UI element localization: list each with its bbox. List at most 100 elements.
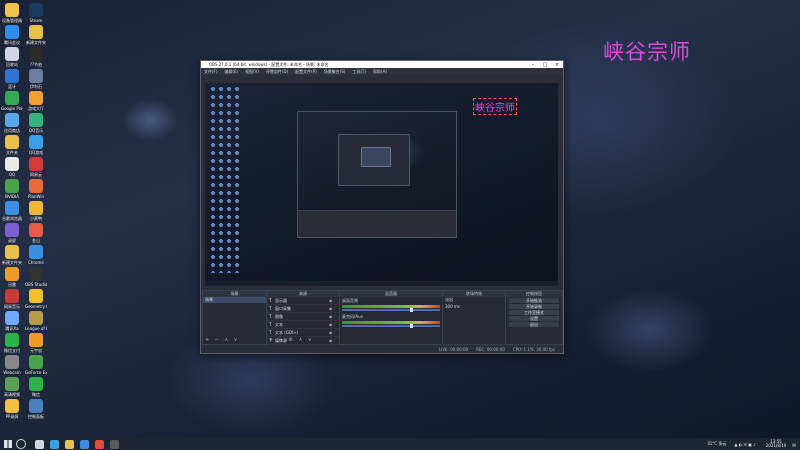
app-icon (5, 157, 19, 171)
minimize-icon[interactable]: – (527, 62, 539, 68)
search-icon[interactable] (16, 439, 26, 449)
source-item[interactable]: T 窗口采集 ◉ (267, 305, 339, 313)
scene-buttons[interactable]: + − ∧ ∨ (205, 337, 239, 343)
mixer-track-name: 桌面音频 (342, 298, 358, 303)
app-icon (5, 267, 19, 281)
app-icon (5, 245, 19, 259)
menu-item[interactable]: 编辑(E) (224, 69, 238, 75)
app-icon (29, 113, 43, 127)
visibility-icon[interactable]: ◉ (329, 322, 339, 327)
desktop-icon-label: 微信支付 (4, 348, 20, 353)
preview-canvas[interactable]: 峡谷宗师 (205, 83, 558, 286)
source-item[interactable]: T 文本 (GDI+) ◉ (267, 329, 339, 337)
menu-bar: 文件(F) 编辑(E) 视图(V) 停靠部件(D) 配置文件(P) 场景集合(S) 工具(T… (201, 68, 563, 75)
desktop-icon-label: QQ (8, 172, 16, 177)
preview-text-source[interactable]: 峡谷宗师 (473, 98, 517, 115)
menu-item[interactable]: 工具(T) (352, 69, 366, 75)
desktop-icon-label: PP录屏 (5, 414, 19, 419)
close-icon[interactable]: × (551, 62, 563, 68)
desktop-icon-label: 设备管理器 (2, 18, 22, 23)
desktop-icon-label: 小黄鸭 (30, 216, 42, 221)
mixer-track[interactable]: 桌面音频 (340, 297, 442, 313)
app-icon (29, 69, 43, 83)
transition-duration[interactable]: 300 ms (443, 303, 505, 309)
menu-item[interactable]: 配置文件(P) (295, 69, 317, 75)
preview-taskbar (205, 281, 558, 286)
start-icon[interactable] (4, 440, 12, 448)
control-button[interactable]: 退出 (509, 322, 559, 327)
edge-icon[interactable] (50, 439, 59, 449)
desktop-icon-label: Steam (29, 18, 43, 23)
source-name: 文本 (GDI+) (275, 329, 299, 335)
source-item[interactable]: T 显示器 ◉ (267, 297, 339, 305)
volume-slider[interactable] (342, 324, 440, 328)
control-button[interactable]: 设置 (509, 316, 559, 321)
control-button[interactable]: 开始推流 (509, 298, 559, 303)
app-icon[interactable] (95, 439, 104, 449)
desktop-icon-label: 谷歌浏览器 (2, 216, 22, 221)
source-item[interactable]: T 文本 ◉ (267, 321, 339, 329)
nested-obs-docks (298, 210, 456, 237)
app-icon (5, 333, 19, 347)
menu-item[interactable]: 文件(F) (204, 69, 217, 75)
volume-slider[interactable] (342, 308, 440, 312)
visibility-icon[interactable]: ◉ (329, 330, 339, 335)
obs-window[interactable]: OBS 27.0.1 (64-bit, windows) - 配置文件: 未命名… (200, 60, 564, 354)
notification-icon[interactable]: ▤ (792, 442, 796, 447)
visibility-icon[interactable]: ◉ (329, 298, 339, 303)
date-text: 2021/8/19 (765, 443, 787, 448)
app-icon (5, 3, 19, 17)
menu-item[interactable]: 视图(V) (245, 69, 259, 75)
desktop-icon-label: 迅雷 (8, 282, 16, 287)
maximize-icon[interactable]: □ (539, 62, 551, 68)
desktop-icon-label: Webcam (3, 370, 21, 375)
app-icon (5, 289, 19, 303)
source-buttons[interactable]: + − ⚙ ∧ ∨ (269, 337, 314, 343)
obs-icon[interactable] (110, 439, 119, 449)
source-name: 图像 (275, 313, 283, 319)
desktop-watermark: 峡谷宗师 (603, 40, 691, 64)
control-button[interactable]: 工作室模式 (509, 310, 559, 315)
taskbar: 31°C 多云 ▲ ◐ ✉ ▣ ♪ 13:55 2021/8/19 ▤ (0, 438, 800, 450)
clock[interactable]: 13:55 2021/8/19 (766, 440, 787, 448)
desktop-icon-label: 高清视频 (4, 392, 20, 397)
visibility-icon[interactable]: ◉ (329, 314, 339, 319)
explorer-icon[interactable] (65, 439, 74, 449)
app-icon (29, 179, 43, 193)
desktop-icon-label: 腾讯会议 (4, 40, 20, 45)
menu-item[interactable]: 场景集合(S) (324, 69, 346, 75)
app-icon (29, 399, 43, 413)
visibility-icon[interactable]: ◉ (329, 306, 339, 311)
nested-obs-preview (297, 111, 457, 238)
app-icon (5, 47, 19, 61)
app-icon (5, 91, 19, 105)
desktop-icon-label: 金山 (32, 238, 40, 243)
scene-item[interactable]: 场景 (203, 297, 266, 303)
app-icon (29, 377, 43, 391)
task-view-icon[interactable] (35, 439, 44, 449)
source-item[interactable]: T 图像 ◉ (267, 313, 339, 321)
chrome-icon[interactable] (80, 439, 89, 449)
weather-text[interactable]: 31°C 多云 (707, 441, 726, 447)
app-icon (29, 311, 43, 325)
obs-titlebar[interactable]: OBS 27.0.1 (64-bit, windows) - 配置文件: 未命名… (201, 61, 563, 68)
desktop-icons: 设备管理器 腾讯会议 回收站 蓝牙 Google Play 应用商店 文件夹 QQ NVIDIA… (0, 0, 70, 438)
tray-icons[interactable]: ▲ ◐ ✉ ▣ ♪ (734, 442, 755, 447)
rec-status: REC: 00:00:00 (476, 347, 505, 352)
desktop-icon[interactable]: 控制面板 (25, 398, 47, 428)
visibility-icon[interactable]: ◉ (329, 338, 339, 343)
app-icon (29, 157, 43, 171)
menu-item[interactable]: 帮助(H) (373, 69, 387, 75)
app-icon (29, 91, 43, 105)
desktop-icon[interactable]: PP录屏 (1, 398, 23, 428)
desktop-icon-label: 应用商店 (4, 128, 20, 133)
source-name: 窗口采集 (275, 305, 291, 311)
app-icon (5, 399, 19, 413)
control-button[interactable]: 开始录制 (509, 304, 559, 309)
window-title: OBS 27.0.1 (64-bit, windows) - 配置文件: 未命名… (209, 61, 329, 67)
desktop-icon-label: 控制面板 (28, 414, 44, 419)
mixer-track[interactable]: 麦克风/Aux (340, 313, 442, 329)
desktop-icon-label: 网易音乐 (4, 304, 20, 309)
menu-item[interactable]: 停靠部件(D) (266, 69, 288, 75)
app-icon (29, 267, 43, 281)
